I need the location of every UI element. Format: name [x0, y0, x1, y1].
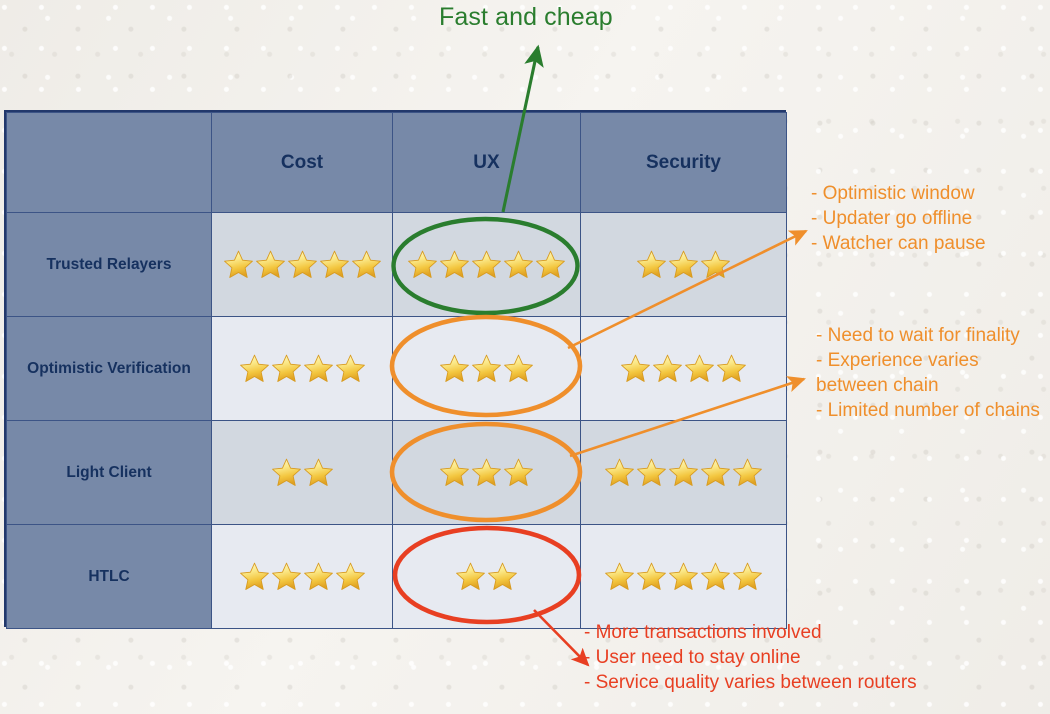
cell-trusted-relayers-cost	[211, 212, 393, 317]
star-icon	[472, 458, 501, 486]
star-icon	[440, 458, 469, 486]
cell-optimistic-verification-ux	[392, 316, 581, 421]
star-rating-optimistic-verification-cost	[212, 317, 392, 420]
star-icon	[239, 354, 269, 382]
star-icon	[271, 458, 301, 486]
star-icon	[319, 250, 349, 278]
star-rating-trusted-relayers-security	[581, 213, 786, 316]
star-icon	[335, 354, 365, 382]
slide-canvas: Fast and cheap Cost UX Security Trusted …	[0, 0, 1050, 714]
star-icon	[504, 250, 533, 278]
star-icon	[653, 354, 682, 382]
star-icon	[669, 562, 698, 590]
star-icon	[669, 250, 698, 278]
annotation-htlc: - More transactions involved - User need…	[584, 622, 917, 694]
star-icon	[605, 458, 634, 486]
star-icon	[223, 250, 253, 278]
star-icon	[536, 250, 565, 278]
star-icon	[621, 354, 650, 382]
star-icon	[717, 354, 746, 382]
cell-trusted-relayers-ux	[392, 212, 581, 317]
row-label-htlc: HTLC	[6, 524, 212, 629]
star-rating-htlc-security	[581, 525, 786, 628]
column-header-cost: Cost	[211, 112, 393, 213]
cell-htlc-cost	[211, 524, 393, 629]
star-icon	[239, 562, 269, 590]
table-body: Trusted Relayers Optimistic Verification L…	[6, 212, 787, 629]
annotation-light-client: - Need to wait for finality - Experience…	[816, 325, 1040, 422]
star-icon	[456, 562, 485, 590]
column-header-ux: UX	[392, 112, 581, 213]
star-icon	[335, 562, 365, 590]
annotation-optimistic-verification: - Optimistic window - Updater go offline…	[811, 183, 986, 255]
star-icon	[351, 250, 381, 278]
star-rating-light-client-ux	[393, 421, 580, 524]
star-icon	[701, 458, 730, 486]
star-rating-light-client-security	[581, 421, 786, 524]
cell-trusted-relayers-security	[580, 212, 787, 317]
star-icon	[637, 562, 666, 590]
star-icon	[271, 562, 301, 590]
star-icon	[271, 354, 301, 382]
row-label-optimistic-verification: Optimistic Verification	[6, 316, 212, 421]
table-row: Optimistic Verification	[6, 316, 787, 421]
cell-light-client-security	[580, 420, 787, 525]
cell-optimistic-verification-cost	[211, 316, 393, 421]
star-icon	[303, 562, 333, 590]
table-row: Light Client	[6, 420, 787, 525]
star-icon	[504, 354, 533, 382]
star-icon	[504, 458, 533, 486]
table-row: Trusted Relayers	[6, 212, 787, 317]
row-label-trusted-relayers: Trusted Relayers	[6, 212, 212, 317]
star-icon	[303, 458, 333, 486]
cell-optimistic-verification-security	[580, 316, 787, 421]
star-icon	[255, 250, 285, 278]
comparison-table: Cost UX Security Trusted Relayers Optimis…	[4, 110, 787, 629]
cell-light-client-cost	[211, 420, 393, 525]
star-rating-optimistic-verification-security	[581, 317, 786, 420]
star-rating-trusted-relayers-ux	[393, 213, 580, 316]
star-icon	[472, 354, 501, 382]
star-icon	[637, 250, 666, 278]
cell-light-client-ux	[392, 420, 581, 525]
cell-htlc-security	[580, 524, 787, 629]
star-rating-optimistic-verification-ux	[393, 317, 580, 420]
star-rating-htlc-cost	[212, 525, 392, 628]
star-icon	[440, 354, 469, 382]
star-icon	[408, 250, 437, 278]
star-icon	[605, 562, 634, 590]
star-rating-trusted-relayers-cost	[212, 213, 392, 316]
column-header-blank	[6, 112, 212, 213]
star-icon	[669, 458, 698, 486]
row-label-light-client: Light Client	[6, 420, 212, 525]
star-icon	[287, 250, 317, 278]
table-header-row: Cost UX Security	[6, 112, 787, 213]
star-icon	[733, 458, 762, 486]
star-rating-htlc-ux	[393, 525, 580, 628]
table-row: HTLC	[6, 524, 787, 629]
star-rating-light-client-cost	[212, 421, 392, 524]
star-icon	[733, 562, 762, 590]
star-icon	[440, 250, 469, 278]
star-icon	[685, 354, 714, 382]
star-icon	[701, 250, 730, 278]
star-icon	[303, 354, 333, 382]
star-icon	[488, 562, 517, 590]
table-header: Cost UX Security	[6, 112, 787, 213]
star-icon	[637, 458, 666, 486]
column-header-security: Security	[580, 112, 787, 213]
cell-htlc-ux	[392, 524, 581, 629]
star-icon	[701, 562, 730, 590]
callout-fast-and-cheap: Fast and cheap	[439, 3, 613, 31]
star-icon	[472, 250, 501, 278]
